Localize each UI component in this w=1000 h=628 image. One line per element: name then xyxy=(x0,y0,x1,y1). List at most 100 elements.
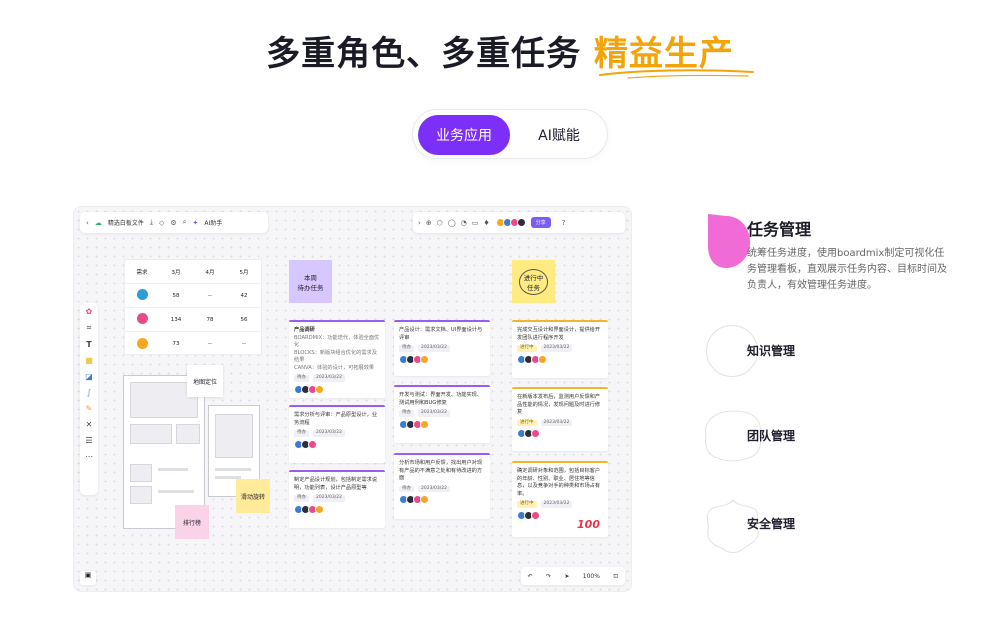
task-card[interactable]: 产品调研 BOARDMIX：功能迭代，体验全面优化 BLOCKS：新版块组合优化… xyxy=(289,320,385,398)
wireframe-line xyxy=(215,468,251,471)
ai-icon: ✦ xyxy=(192,218,199,227)
text-icon[interactable]: T xyxy=(86,340,91,349)
feature-team-management[interactable]: 团队管理 xyxy=(705,410,966,464)
task-meta: 进行中 2023/03/22 xyxy=(517,501,603,508)
due-date: 2023/03/22 xyxy=(313,375,345,382)
shape-tool-icon[interactable]: ◪ xyxy=(85,372,93,381)
task-card[interactable]: 分析市场和用户反馈，找出用户对现有产品的不满意之处和有待改进的方面 待办 202… xyxy=(394,453,490,519)
table-header: 3月 xyxy=(171,269,181,276)
collaborator-avatars xyxy=(495,218,526,227)
comment-icon[interactable]: ◯ xyxy=(448,219,456,227)
ai-assistant-label[interactable]: AI助手 xyxy=(204,218,222,227)
frame-icon[interactable]: ⌗ xyxy=(87,323,92,333)
task-title: 产品调研 xyxy=(294,327,315,333)
status-badge: 待办 xyxy=(399,485,414,493)
task-card[interactable]: 需求分析与评审：产品原型设计，业务流程 待办 2023/03/22 xyxy=(289,405,385,463)
avatar xyxy=(516,218,526,227)
task-card[interactable]: 完成交互设计和界面设计，提供给开发团队进行程序开发 进行中 2023/03/22 xyxy=(512,320,608,378)
feature-desc: 统筹任务进度，使用boardmix制定可视化任务管理看板，直观展示任务内容、目标… xyxy=(747,248,947,291)
task-card[interactable]: 产品设计：需求文档、UI界面设计与评审 待办 2023/03/22 xyxy=(394,320,490,376)
task-meta: 待办 2023/03/22 xyxy=(294,430,380,437)
wireframe-block xyxy=(130,464,152,482)
table-header: 需求 xyxy=(136,269,148,276)
headline-main: 多重角色、多重任务 xyxy=(266,34,582,74)
card-avatars xyxy=(517,429,603,439)
redo-icon[interactable]: ↷ xyxy=(546,573,551,580)
table-row: 134 78 56 xyxy=(125,308,261,332)
sticky-rank[interactable]: 排行榜 xyxy=(175,505,209,539)
sticky-map[interactable]: 地图定位 xyxy=(187,365,223,397)
undo-icon[interactable]: ↶ xyxy=(528,573,533,580)
feature-task-management[interactable]: 任务管理 统筹任务进度，使用boardmix制定可视化任务管理看板，直观展示任务… xyxy=(706,210,966,300)
column-doing-header[interactable]: 进行中 任务 xyxy=(512,260,555,303)
palette-icon[interactable]: ✿ xyxy=(86,307,93,316)
due-date: 2023/03/22 xyxy=(313,495,345,502)
requirement-table: 需求 3月 4月 5月 58 -- 42 134 78 56 73 -- -- xyxy=(124,259,262,355)
wireframe-block xyxy=(176,424,200,444)
minimap-icon: ▣ xyxy=(84,571,92,579)
tab-switcher: 业务应用 AI赋能 xyxy=(412,109,608,159)
due-date: 2023/03/22 xyxy=(313,430,345,437)
task-card[interactable]: 在新版本发布后，监测用户反馈和产品性能的情况，发现问题及时进行修复 进行中 20… xyxy=(512,387,608,451)
highlighter-icon[interactable]: ✎ xyxy=(86,404,93,413)
back-icon[interactable]: ‹ xyxy=(86,219,89,227)
status-badge: 待办 xyxy=(399,410,414,417)
due-date: 2023/03/22 xyxy=(540,501,573,508)
template-icon[interactable]: ☰ xyxy=(85,436,92,445)
task-card[interactable]: 确定调研对象和范围，包括目标客户的年龄、性别、职业、居住地等信息，以及竞争对手的… xyxy=(512,461,608,537)
task-card[interactable]: 制定产品设计规划，包括制定需求说明，功能列表，设计产品原型等 待办 2023/0… xyxy=(289,470,385,528)
task-meta: 待办 2023/03/22 xyxy=(399,345,485,352)
feature-security-management[interactable]: 安全管理 xyxy=(706,498,966,554)
status-badge: 待办 xyxy=(399,345,414,352)
status-badge: 进行中 xyxy=(517,419,537,427)
download-icon[interactable]: ⤓ xyxy=(150,218,153,227)
wireframe-image xyxy=(215,414,253,458)
task-title: 需求分析与评审：产品原型设计，业务流程 xyxy=(294,412,378,426)
present-icon[interactable]: ▭ xyxy=(472,219,479,227)
tab-business[interactable]: 业务应用 xyxy=(418,115,510,155)
due-date: 2023/03/22 xyxy=(418,485,450,493)
wireframe-line xyxy=(158,490,194,493)
plus-circle-icon[interactable]: ⊕ xyxy=(426,219,432,227)
table-cell: 78 xyxy=(206,316,214,323)
whiteboard-preview: ‹ ☁ 精选白板文件 ⤓ ◇ ⚙ ⌕ ✦ AI助手 › ⊕ ⬡ ◯ ◔ ▭ ♦ … xyxy=(73,206,632,592)
table-header: 5月 xyxy=(239,269,249,276)
pen-icon[interactable]: ∫ xyxy=(87,388,91,397)
more-icon[interactable]: ⋯ xyxy=(85,452,93,461)
task-bullet: CANVA：体验的设计，可拓展效果 xyxy=(294,364,375,371)
cursor-icon[interactable]: ➤ xyxy=(564,573,569,580)
task-title: 完成交互设计和界面设计，提供给开发团队进行程序开发 xyxy=(517,327,601,341)
tag-icon[interactable]: ◇ xyxy=(159,219,164,227)
timer-icon[interactable]: ◔ xyxy=(461,219,467,227)
tab-ai[interactable]: AI赋能 xyxy=(515,115,603,155)
chevron-icon[interactable]: › xyxy=(418,219,421,227)
status-badge: 进行中 xyxy=(517,501,537,508)
task-meta: 进行中 2023/03/22 xyxy=(517,345,603,352)
search-icon[interactable]: ⌕ xyxy=(183,218,187,227)
card-avatars xyxy=(294,504,380,514)
settings-icon[interactable]: ⚙ xyxy=(170,219,176,227)
fit-screen-icon[interactable]: ⊡ xyxy=(613,573,618,580)
connector-icon[interactable]: ✕ xyxy=(86,420,93,429)
bottom-controls: ↶ ↷ ➤ 100% ⊡ xyxy=(521,567,625,585)
table-header-row: 需求 3月 4月 5月 xyxy=(125,260,261,284)
column-todo-header[interactable]: 本周 待办任务 xyxy=(289,260,332,303)
table-avatar xyxy=(125,337,159,351)
table-cell: -- xyxy=(208,341,212,347)
board-topbar-left: ‹ ☁ 精选白板文件 ⤓ ◇ ⚙ ⌕ ✦ AI助手 xyxy=(80,212,268,233)
feature-knowledge-management[interactable]: 知识管理 xyxy=(706,325,966,379)
task-meta: 待办 2023/03/22 xyxy=(294,375,380,382)
status-badge: 待办 xyxy=(294,495,309,502)
zoom-level[interactable]: 100% xyxy=(583,573,600,580)
share-button[interactable]: 分享 xyxy=(530,217,551,228)
minimap-button[interactable]: ▣ xyxy=(80,571,96,585)
sticky-slide[interactable]: 滑动旋转 xyxy=(236,479,270,513)
sticky-note-icon[interactable]: ■ xyxy=(85,356,93,365)
shape-icon[interactable]: ⬡ xyxy=(437,219,443,227)
status-badge: 待办 xyxy=(294,430,309,437)
file-name[interactable]: 精选白板文件 xyxy=(108,218,144,227)
pin-icon[interactable]: ♦ xyxy=(483,219,489,227)
task-card[interactable]: 开发与测试：界面开发、功能实现、测试用例和BUG修复 待办 2023/03/22 xyxy=(394,385,490,443)
task-title: 开发与测试：界面开发、功能实现、测试用例和BUG修复 xyxy=(399,392,483,406)
help-icon[interactable]: ? xyxy=(562,219,566,227)
